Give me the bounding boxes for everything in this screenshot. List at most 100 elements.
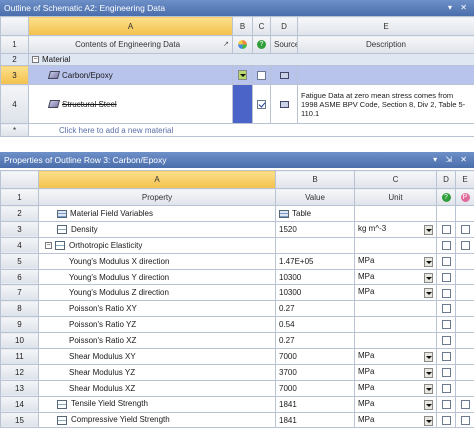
chevron-down-icon[interactable]	[424, 256, 433, 267]
property-flag-cell[interactable]	[436, 348, 456, 365]
property-flag-cell[interactable]	[436, 411, 456, 429]
property-value-cell[interactable]	[275, 236, 355, 254]
property-parameter-cell[interactable]	[455, 236, 474, 254]
property-value-cell[interactable]: 1.47E+05	[275, 252, 355, 270]
contents-header[interactable]: Contents of Engineering Data ↗	[28, 35, 233, 54]
chevron-down-icon[interactable]	[424, 383, 433, 394]
row-header[interactable]: 12	[0, 363, 39, 381]
property-checkbox[interactable]	[441, 256, 451, 266]
property-flag-cell[interactable]	[436, 316, 456, 334]
property-flag-cell[interactable]	[436, 268, 456, 286]
material-row-carbon-epoxy[interactable]: 3 Carbon/Epoxy	[0, 65, 474, 85]
row-header[interactable]: 13	[0, 379, 39, 397]
property-value-cell[interactable]: 10300	[275, 268, 355, 286]
property-flag-cell[interactable]	[436, 205, 456, 222]
property-row[interactable]: 15 Compressive Yield Strength 1841 MPa	[0, 411, 474, 429]
property-flag-cell[interactable]	[436, 284, 456, 302]
row-header-new[interactable]: *	[0, 123, 29, 137]
property-name-cell[interactable]: Poisson's Ratio XY	[38, 300, 276, 318]
property-name-cell[interactable]: Young's Modulus Z direction	[38, 284, 276, 302]
property-checkbox[interactable]	[441, 368, 451, 378]
property-checkbox[interactable]	[441, 225, 451, 235]
chevron-down-icon[interactable]	[424, 224, 433, 235]
property-checkbox[interactable]	[441, 352, 451, 362]
property-flag-cell[interactable]	[436, 395, 456, 413]
property-parameter-cell[interactable]	[455, 205, 474, 222]
row-header[interactable]: 3	[0, 220, 39, 238]
col-header-a[interactable]: A	[28, 16, 233, 36]
material-selection-cell[interactable]	[232, 84, 253, 124]
property-parameter-cell[interactable]	[455, 220, 474, 238]
unit-header[interactable]: Unit	[354, 188, 437, 206]
row-header[interactable]: 14	[0, 395, 39, 413]
properties-window-controls[interactable]: ▾ ⇲ ✕	[433, 152, 470, 168]
property-name-cell[interactable]: Young's Modulus Y direction	[38, 268, 276, 286]
property-name-cell[interactable]: Poisson's Ratio YZ	[38, 316, 276, 334]
property-unit-cell[interactable]: MPa	[354, 268, 437, 286]
property-name-cell[interactable]: Poisson's Ratio XZ	[38, 332, 276, 350]
material-name-cell[interactable]: Carbon/Epoxy	[28, 65, 233, 85]
property-value-cell[interactable]: 7000	[275, 348, 355, 365]
property-unit-cell[interactable]	[354, 300, 437, 318]
property-flag-cell[interactable]	[436, 332, 456, 350]
outline-window-controls[interactable]: ▾ ✕	[448, 0, 470, 16]
property-value-cell[interactable]: 0.27	[275, 300, 355, 318]
property-flag-cell[interactable]	[436, 379, 456, 397]
add-material-row[interactable]: * Click here to add a new material	[0, 123, 474, 137]
row-header[interactable]: 8	[0, 300, 39, 318]
property-parameter-cell[interactable]	[455, 332, 474, 350]
property-name-cell[interactable]: − Orthotropic Elasticity	[38, 236, 276, 254]
property-unit-cell[interactable]	[354, 205, 437, 222]
material-checkbox-cell[interactable]	[252, 84, 271, 124]
row-header[interactable]: 7	[0, 284, 39, 302]
property-parameter-cell[interactable]	[455, 379, 474, 397]
col-header-a[interactable]: A	[38, 170, 276, 189]
row-header-2[interactable]: 2	[0, 53, 29, 66]
chevron-down-icon[interactable]	[424, 399, 433, 410]
property-row[interactable]: 9 Poisson's Ratio YZ 0.54	[0, 316, 474, 334]
collapse-icon[interactable]: −	[32, 56, 39, 64]
chevron-down-icon[interactable]	[424, 272, 433, 283]
col-header-e[interactable]: E	[297, 16, 474, 36]
property-checkbox[interactable]	[460, 240, 470, 250]
property-value-cell[interactable]: 3700	[275, 363, 355, 381]
col-header-b[interactable]: B	[275, 170, 355, 189]
chevron-down-icon[interactable]	[424, 415, 433, 426]
property-value-cell[interactable]: 1841	[275, 411, 355, 429]
property-unit-cell[interactable]: MPa	[354, 411, 437, 429]
property-name-cell[interactable]: Young's Modulus X direction	[38, 252, 276, 270]
col-header-c[interactable]: C	[252, 16, 271, 36]
material-checkbox[interactable]	[257, 70, 266, 80]
col-header-d[interactable]: D	[436, 170, 456, 189]
chevron-down-icon[interactable]	[424, 351, 433, 362]
property-row[interactable]: 14 Tensile Yield Strength 1841 MPa	[0, 395, 474, 413]
property-unit-cell[interactable]: MPa	[354, 284, 437, 302]
property-checkbox[interactable]	[441, 383, 451, 393]
property-unit-cell[interactable]: MPa	[354, 395, 437, 413]
row-header[interactable]: 5	[0, 252, 39, 270]
source-header[interactable]: Source	[270, 35, 298, 54]
property-parameter-cell[interactable]	[455, 411, 474, 429]
row-header[interactable]: 9	[0, 316, 39, 334]
property-flag-cell[interactable]	[436, 236, 456, 254]
property-unit-cell[interactable]	[354, 332, 437, 350]
property-header[interactable]: Property	[38, 188, 276, 206]
property-name-cell[interactable]: Material Field Variables	[38, 205, 276, 222]
property-value-cell[interactable]: 7000	[275, 379, 355, 397]
property-checkbox[interactable]	[441, 304, 451, 314]
property-name-cell[interactable]: Density	[38, 220, 276, 238]
chevron-down-icon[interactable]	[238, 70, 247, 80]
row-header[interactable]: 4	[0, 236, 39, 254]
property-checkbox[interactable]	[441, 288, 451, 298]
sort-icon[interactable]: ↗	[223, 40, 229, 48]
property-parameter-cell[interactable]	[455, 316, 474, 334]
property-unit-cell[interactable]: MPa	[354, 379, 437, 397]
property-value-cell[interactable]: 10300	[275, 284, 355, 302]
chevron-down-icon[interactable]	[424, 367, 433, 378]
value-header[interactable]: Value	[275, 188, 355, 206]
property-row[interactable]: 3 Density 1520 kg m^-3	[0, 220, 474, 238]
row-header[interactable]: 6	[0, 268, 39, 286]
property-row[interactable]: 8 Poisson's Ratio XY 0.27	[0, 300, 474, 318]
row-header[interactable]: 10	[0, 332, 39, 350]
property-unit-cell[interactable]: MPa	[354, 348, 437, 365]
